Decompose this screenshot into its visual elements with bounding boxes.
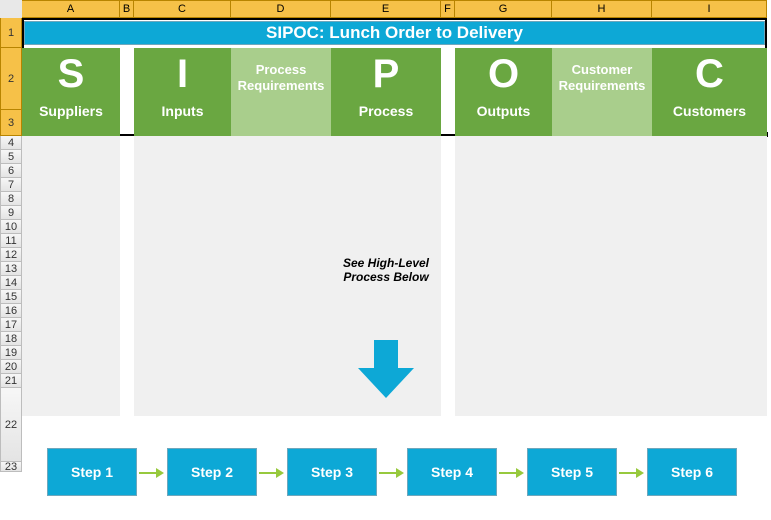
row-header-22[interactable]: 22 (0, 388, 22, 462)
header-customers: C Customers (652, 48, 767, 136)
col-header-H[interactable]: H (552, 0, 652, 18)
row-header-13[interactable]: 13 (0, 262, 22, 276)
step-1-label: Step 1 (71, 464, 113, 480)
header-customers-label: Customers (652, 98, 767, 124)
col-header-A[interactable]: A (22, 0, 120, 18)
body-customer-req (552, 136, 652, 416)
step-arrow-2 (259, 468, 284, 478)
header-customer-req-l1: Customer (572, 62, 633, 77)
step-6: Step 6 (647, 448, 737, 496)
row-header-10[interactable]: 10 (0, 220, 22, 234)
row-header-17[interactable]: 17 (0, 318, 22, 332)
header-inputs-label: Inputs (134, 98, 231, 124)
header-customer-req-l2: Requirements (559, 78, 646, 93)
spreadsheet: ABCDEFGHI 123456789101112131415161718192… (0, 0, 771, 520)
down-arrow-icon (358, 340, 414, 398)
step-4-label: Step 4 (431, 464, 473, 480)
row-header-16[interactable]: 16 (0, 304, 22, 318)
col-header-C[interactable]: C (134, 0, 231, 18)
step-2-label: Step 2 (191, 464, 233, 480)
row-header-2[interactable]: 2 (0, 48, 22, 110)
grid-area[interactable]: SIPOC: Lunch Order to Delivery S Supplie… (22, 18, 771, 520)
header-outputs-letter: O (455, 48, 552, 94)
header-outputs-label: Outputs (455, 98, 552, 124)
title-text: SIPOC: Lunch Order to Delivery (266, 23, 523, 43)
col-header-G[interactable]: G (455, 0, 552, 18)
row-header-14[interactable]: 14 (0, 276, 22, 290)
header-process-req-l2: Requirements (238, 78, 325, 93)
body-process-req (231, 136, 331, 416)
header-suppliers-letter: S (22, 48, 120, 94)
col-header-B[interactable]: B (120, 0, 134, 18)
column-headers: ABCDEFGHI (0, 0, 767, 18)
col-header-E[interactable]: E (331, 0, 441, 18)
step-1: Step 1 (47, 448, 137, 496)
header-inputs-letter: I (134, 48, 231, 94)
row-header-11[interactable]: 11 (0, 234, 22, 248)
title-bar: SIPOC: Lunch Order to Delivery (24, 21, 765, 45)
row-header-8[interactable]: 8 (0, 192, 22, 206)
row-header-21[interactable]: 21 (0, 374, 22, 388)
row-header-9[interactable]: 9 (0, 206, 22, 220)
step-arrow-4 (499, 468, 524, 478)
row-header-23[interactable]: 23 (0, 462, 22, 472)
body-inputs (134, 136, 231, 416)
row-header-15[interactable]: 15 (0, 290, 22, 304)
header-process-label: Process (331, 98, 441, 124)
row-header-4[interactable]: 4 (0, 136, 22, 150)
step-4: Step 4 (407, 448, 497, 496)
row-header-5[interactable]: 5 (0, 150, 22, 164)
body-suppliers (22, 136, 120, 416)
row-header-7[interactable]: 7 (0, 178, 22, 192)
col-header-F[interactable]: F (441, 0, 455, 18)
step-3: Step 3 (287, 448, 377, 496)
step-3-label: Step 3 (311, 464, 353, 480)
row-header-3[interactable]: 3 (0, 110, 22, 136)
row-header-1[interactable]: 1 (0, 18, 22, 48)
step-arrow-3 (379, 468, 404, 478)
body-customers (652, 136, 767, 416)
header-process-letter: P (331, 48, 441, 94)
row-header-12[interactable]: 12 (0, 248, 22, 262)
header-customer-req: Customer Requirements (552, 48, 652, 136)
process-note-l1: See High-Level (343, 256, 429, 270)
header-suppliers-label: Suppliers (22, 98, 120, 124)
step-6-label: Step 6 (671, 464, 713, 480)
row-headers: 1234567891011121314151617181920212223 (0, 18, 22, 472)
row-header-18[interactable]: 18 (0, 332, 22, 346)
header-customers-letter: C (652, 48, 767, 94)
row-header-6[interactable]: 6 (0, 164, 22, 178)
col-header-I[interactable]: I (652, 0, 767, 18)
step-5-label: Step 5 (551, 464, 593, 480)
step-arrow-1 (139, 468, 164, 478)
process-note-l2: Process Below (343, 270, 428, 284)
step-2: Step 2 (167, 448, 257, 496)
body-outputs (455, 136, 552, 416)
header-inputs: I Inputs (134, 48, 231, 136)
step-arrow-5 (619, 468, 644, 478)
header-process-req: Process Requirements (231, 48, 331, 136)
header-process: P Process (331, 48, 441, 136)
row-header-19[interactable]: 19 (0, 346, 22, 360)
step-5: Step 5 (527, 448, 617, 496)
header-process-req-l1: Process (256, 62, 307, 77)
row-header-20[interactable]: 20 (0, 360, 22, 374)
header-suppliers: S Suppliers (22, 48, 120, 136)
header-outputs: O Outputs (455, 48, 552, 136)
col-header-D[interactable]: D (231, 0, 331, 18)
